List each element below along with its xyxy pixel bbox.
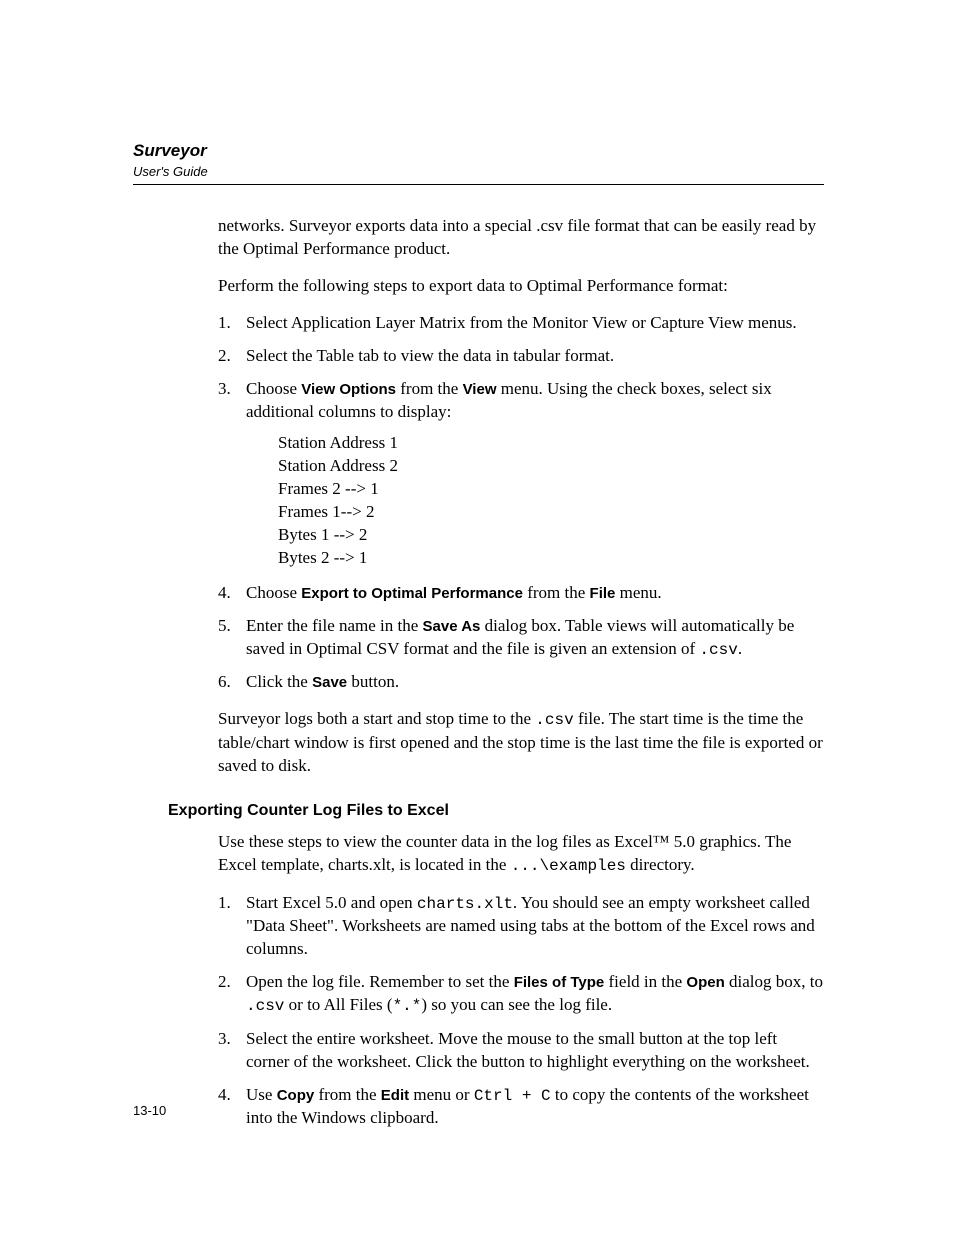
excel-step-4: 4. Use Copy from the Edit menu or Ctrl +… <box>218 1084 824 1131</box>
text-run: menu or <box>409 1085 474 1104</box>
text-run: ) so you can see the log file. <box>421 995 612 1014</box>
step-2: 2. Select the Table tab to view the data… <box>218 345 824 368</box>
step-number: 1. <box>218 892 246 961</box>
ui-label-view-menu: View <box>463 381 497 398</box>
step-number: 2. <box>218 971 246 1018</box>
ui-label-save-as: Save As <box>423 618 481 635</box>
text-run: or to All Files ( <box>284 995 392 1014</box>
after-steps-paragraph: Surveyor logs both a start and stop time… <box>218 708 824 777</box>
text-run: field in the <box>604 972 686 991</box>
ui-label-save-button: Save <box>312 674 347 691</box>
section2-intro: Use these steps to view the counter data… <box>218 831 824 878</box>
header-subtitle: User's Guide <box>133 163 824 181</box>
column-name: Frames 2 --> 1 <box>278 478 824 501</box>
step-text: Enter the file name in the Save As dialo… <box>246 615 824 662</box>
intro-paragraph-1: networks. Surveyor exports data into a s… <box>218 215 824 261</box>
step-number: 1. <box>218 312 246 335</box>
export-steps-list: 1. Select Application Layer Matrix from … <box>218 312 824 694</box>
excel-steps-list: 1. Start Excel 5.0 and open charts.xlt. … <box>218 892 824 1130</box>
column-name: Bytes 1 --> 2 <box>278 524 824 547</box>
document-page: Surveyor User's Guide networks. Surveyor… <box>0 0 954 1130</box>
step-number: 5. <box>218 615 246 662</box>
step-number: 6. <box>218 671 246 694</box>
ui-label-files-of-type: Files of Type <box>514 974 605 991</box>
ui-label-copy: Copy <box>277 1087 315 1104</box>
ui-label-file-menu: File <box>590 585 616 602</box>
text-run: Click the <box>246 672 312 691</box>
mono-csv-ext: .csv <box>699 641 737 659</box>
text-run: from the <box>523 583 590 602</box>
column-list: Station Address 1 Station Address 2 Fram… <box>278 432 824 570</box>
mono-ctrl-c: Ctrl + C <box>474 1087 551 1105</box>
ui-label-open-dialog: Open <box>686 974 724 991</box>
step-text: Choose View Options from the View menu. … <box>246 378 824 572</box>
column-name: Bytes 2 --> 1 <box>278 547 824 570</box>
step-4: 4. Choose Export to Optimal Performance … <box>218 582 824 605</box>
column-name: Station Address 2 <box>278 455 824 478</box>
text-run: menu. <box>615 583 661 602</box>
column-name: Frames 1--> 2 <box>278 501 824 524</box>
text-run: Choose <box>246 583 301 602</box>
page-header: Surveyor User's Guide <box>133 140 824 185</box>
step-text: Click the Save button. <box>246 671 824 694</box>
step-number: 3. <box>218 378 246 572</box>
step-text: Start Excel 5.0 and open charts.xlt. You… <box>246 892 824 961</box>
step-6: 6. Click the Save button. <box>218 671 824 694</box>
mono-charts-xlt: charts.xlt <box>417 895 513 913</box>
step-text: Use Copy from the Edit menu or Ctrl + C … <box>246 1084 824 1131</box>
mono-csv-ext: .csv <box>246 997 284 1015</box>
ui-label-export-to-optimal: Export to Optimal Performance <box>301 585 523 602</box>
text-run: Surveyor logs both a start and stop time… <box>218 709 535 728</box>
page-number: 13-10 <box>133 1102 166 1120</box>
section-heading-export-excel: Exporting Counter Log Files to Excel <box>168 800 824 822</box>
text-run: dialog box, to <box>725 972 823 991</box>
text-run: Open the log file. Remember to set the <box>246 972 514 991</box>
step-number: 4. <box>218 582 246 605</box>
text-run: . <box>738 639 742 658</box>
step-text: Select the Table tab to view the data in… <box>246 345 824 368</box>
mono-wildcard: *.* <box>393 997 422 1015</box>
ui-label-edit-menu: Edit <box>381 1087 409 1104</box>
intro-paragraph-2: Perform the following steps to export da… <box>218 275 824 298</box>
page-body: networks. Surveyor exports data into a s… <box>133 215 824 1130</box>
text-run: directory. <box>626 855 695 874</box>
excel-step-2: 2. Open the log file. Remember to set th… <box>218 971 824 1018</box>
text-run: button. <box>347 672 399 691</box>
column-name: Station Address 1 <box>278 432 824 455</box>
step-text: Choose Export to Optimal Performance fro… <box>246 582 824 605</box>
step-text: Open the log file. Remember to set the F… <box>246 971 824 1018</box>
step-1: 1. Select Application Layer Matrix from … <box>218 312 824 335</box>
step-3: 3. Choose View Options from the View men… <box>218 378 824 572</box>
ui-label-view-options: View Options <box>301 381 396 398</box>
text-run: from the <box>314 1085 381 1104</box>
step-number: 3. <box>218 1028 246 1074</box>
text-run: Use these steps to view the counter data… <box>218 832 791 874</box>
step-5: 5. Enter the file name in the Save As di… <box>218 615 824 662</box>
excel-step-1: 1. Start Excel 5.0 and open charts.xlt. … <box>218 892 824 961</box>
header-product-title: Surveyor <box>133 140 824 163</box>
text-run: Enter the file name in the <box>246 616 423 635</box>
step-number: 4. <box>218 1084 246 1131</box>
mono-csv-ext: .csv <box>535 711 573 729</box>
mono-examples-path: ...\examples <box>511 857 626 875</box>
text-run: Choose <box>246 379 301 398</box>
step-number: 2. <box>218 345 246 368</box>
text-run: from the <box>396 379 463 398</box>
text-run: Use <box>246 1085 277 1104</box>
excel-step-3: 3. Select the entire worksheet. Move the… <box>218 1028 824 1074</box>
text-run: Start Excel 5.0 and open <box>246 893 417 912</box>
step-text: Select Application Layer Matrix from the… <box>246 312 824 335</box>
step-text: Select the entire worksheet. Move the mo… <box>246 1028 824 1074</box>
